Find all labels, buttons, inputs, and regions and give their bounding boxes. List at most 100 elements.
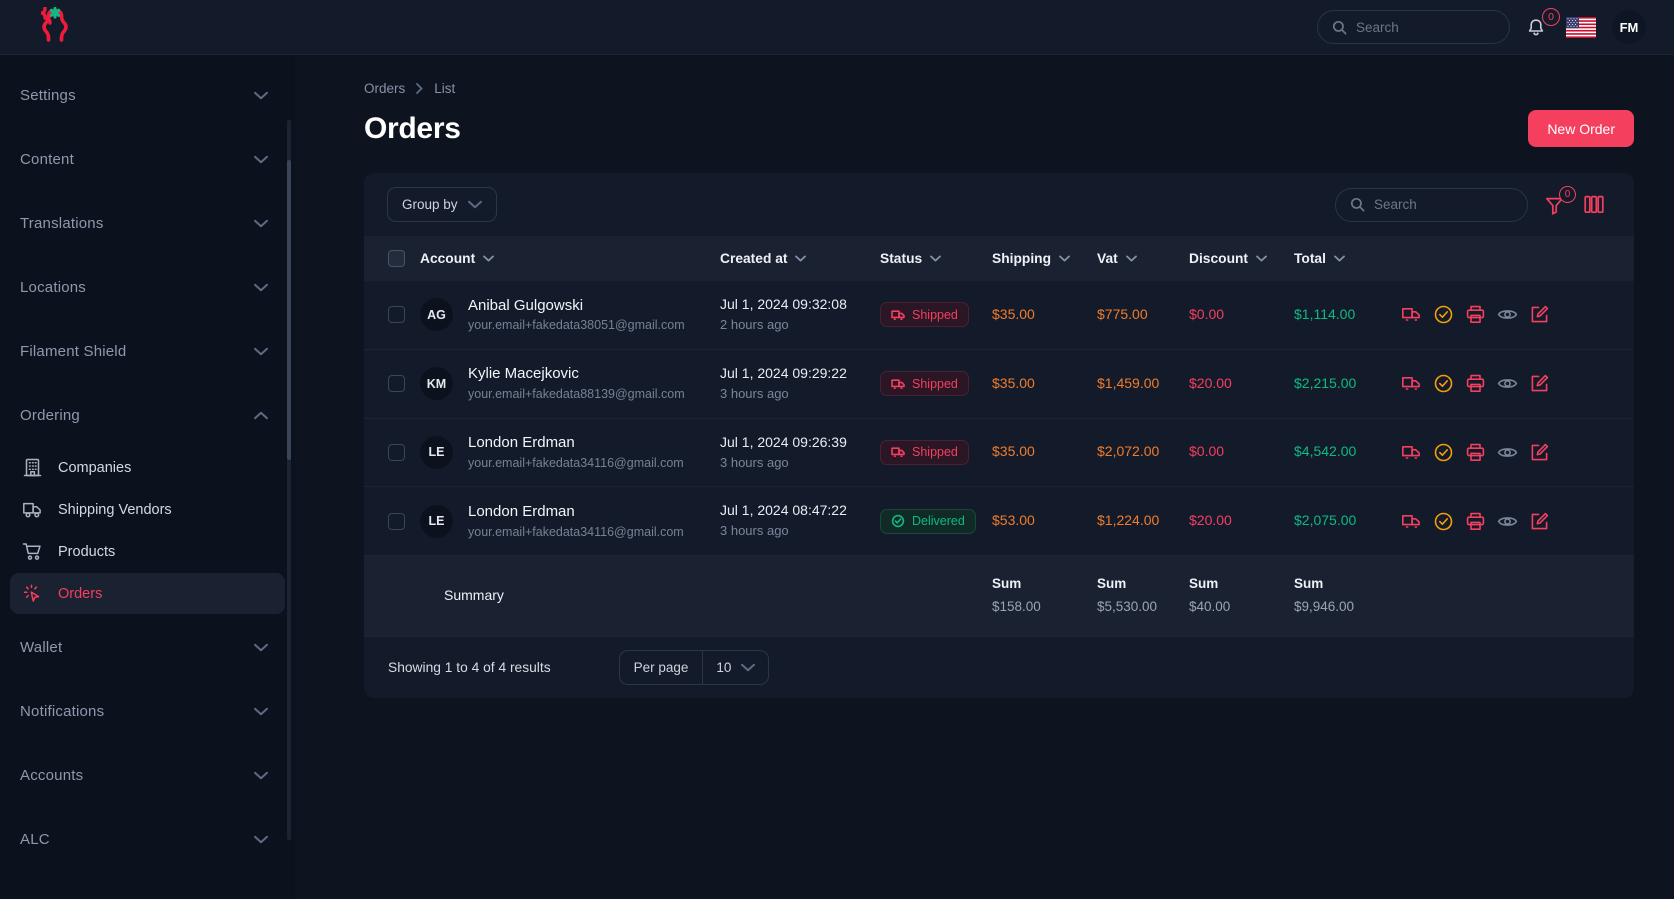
page-content: Orders List Orders New Order Group by Se…	[295, 55, 1674, 899]
column-label: Vat	[1097, 251, 1118, 266]
truck-icon[interactable]	[1401, 511, 1422, 532]
sidebar-group-filament-shield[interactable]: Filament Shield	[0, 319, 295, 383]
sidebar-scrollbar-thumb[interactable]	[287, 160, 291, 460]
filter-button[interactable]: 0	[1545, 185, 1576, 216]
sidebar-group-label: ALC	[20, 830, 50, 848]
printer-icon[interactable]	[1465, 373, 1486, 394]
created-at-relative: 3 hours ago	[720, 385, 789, 401]
row-actions-cell	[1401, 418, 1634, 487]
notification-count-badge: 0	[1542, 8, 1560, 26]
summary-discount-value: $40.00	[1189, 599, 1231, 615]
row-checkbox[interactable]	[388, 443, 405, 461]
summary-shipping-value: $158.00	[992, 599, 1041, 615]
global-search-input[interactable]: Search	[1317, 10, 1510, 44]
truck-icon[interactable]	[1401, 304, 1422, 325]
sidebar-group-accounts[interactable]: Accounts	[0, 743, 295, 807]
sort-chevron-icon[interactable]	[483, 255, 495, 262]
eye-icon[interactable]	[1497, 442, 1518, 463]
column-label: Status	[880, 251, 923, 266]
table-row[interactable]: AG Anibal Gulgowski your.email+fakedata3…	[364, 281, 1634, 350]
printer-icon[interactable]	[1465, 442, 1486, 463]
sort-chevron-icon[interactable]	[1125, 255, 1137, 262]
column-header-account: Account	[420, 236, 720, 281]
sidebar-item-shipping-vendors[interactable]: Shipping Vendors	[10, 489, 285, 530]
sidebar-group-locations[interactable]: Locations	[0, 255, 295, 319]
eye-icon[interactable]	[1497, 511, 1518, 532]
us-flag-icon[interactable]	[1566, 16, 1596, 38]
sidebar-item-label: Products	[58, 543, 116, 560]
sort-chevron-icon[interactable]	[795, 255, 807, 262]
row-checkbox[interactable]	[388, 306, 405, 324]
edit-square-icon[interactable]	[1529, 511, 1550, 532]
chevron-down-icon	[254, 643, 268, 651]
main-area: Search 0 FM Orders List Orders New Order…	[295, 0, 1674, 899]
row-checkbox[interactable]	[388, 375, 405, 393]
check-circle-icon[interactable]	[1433, 304, 1454, 325]
sidebar-group-translations[interactable]: Translations	[0, 191, 295, 255]
row-checkbox[interactable]	[388, 512, 405, 530]
table-header-row: Account Created at Status Shipping Vat D…	[364, 236, 1634, 281]
edit-square-icon[interactable]	[1529, 373, 1550, 394]
sidebar-item-companies[interactable]: Companies	[10, 447, 285, 488]
avatar-initials: LE	[428, 445, 445, 460]
edit-square-icon[interactable]	[1529, 304, 1550, 325]
edit-square-icon[interactable]	[1529, 442, 1550, 463]
printer-icon[interactable]	[1465, 304, 1486, 325]
total-cell: $2,215.00	[1294, 374, 1357, 391]
user-avatar[interactable]: FM	[1612, 10, 1646, 44]
app-logo[interactable]	[0, 0, 295, 55]
group-by-dropdown[interactable]: Group by	[387, 187, 497, 222]
sidebar-item-label: Orders	[58, 585, 103, 602]
chevron-down-icon	[254, 283, 268, 291]
search-icon	[1350, 197, 1365, 212]
table-row[interactable]: LE London Erdman your.email+fakedata3411…	[364, 487, 1634, 556]
chevron-down-icon	[741, 663, 756, 672]
per-page-select[interactable]: 10	[702, 651, 768, 685]
sidebar-group-wallet[interactable]: Wallet	[0, 615, 295, 679]
discount-cell: $20.00	[1189, 512, 1232, 529]
column-label: Created at	[720, 251, 788, 266]
printer-icon[interactable]	[1465, 511, 1486, 532]
breadcrumb-item-orders[interactable]: Orders	[364, 81, 405, 96]
sort-chevron-icon[interactable]	[1256, 255, 1267, 262]
summary-discount-head: Sum	[1189, 576, 1219, 592]
sidebar-group-settings[interactable]: Settings	[0, 63, 295, 127]
check-circle-icon[interactable]	[1433, 373, 1454, 394]
sidebar-group-notifications[interactable]: Notifications	[0, 679, 295, 743]
sidebar-group-content[interactable]: Content	[0, 127, 295, 191]
avatar: KM	[420, 367, 453, 401]
sidebar-group-label: Accounts	[20, 766, 84, 784]
truck-icon[interactable]	[1401, 442, 1422, 463]
notifications-button[interactable]: 0	[1526, 8, 1560, 39]
eye-icon[interactable]	[1497, 373, 1518, 394]
sidebar-item-orders[interactable]: Orders	[10, 573, 285, 614]
status-label: Shipped	[912, 376, 958, 391]
sidebar-item-products[interactable]: Products	[10, 531, 285, 572]
column-header-total: Total	[1294, 236, 1401, 281]
table-row[interactable]: KM Kylie Macejkovic your.email+fakedata8…	[364, 349, 1634, 419]
sort-chevron-icon[interactable]	[930, 255, 942, 262]
sidebar-group-ordering[interactable]: Ordering	[0, 383, 295, 447]
table-search-input[interactable]: Search	[1335, 187, 1528, 222]
table-row[interactable]: LE London Erdman your.email+fakedata3411…	[364, 418, 1634, 487]
status-cell: Shipped	[880, 418, 992, 487]
account-email: your.email+fakedata38051@gmail.com	[468, 318, 685, 333]
breadcrumb-item-list[interactable]: List	[434, 81, 455, 96]
orders-table: Account Created at Status Shipping Vat D…	[364, 236, 1634, 637]
truck-icon[interactable]	[1401, 373, 1422, 394]
eye-icon[interactable]	[1497, 304, 1518, 325]
new-order-button[interactable]: New Order	[1528, 110, 1634, 147]
page-title-row: Orders New Order	[364, 110, 1634, 147]
check-circle-icon[interactable]	[1433, 511, 1454, 532]
columns-icon[interactable]	[1584, 195, 1604, 214]
summary-empty-created	[720, 556, 880, 636]
select-all-checkbox[interactable]	[388, 250, 405, 267]
sort-chevron-icon[interactable]	[1059, 255, 1070, 262]
discount-cell: $20.00	[1189, 374, 1232, 391]
sidebar-group-alc[interactable]: ALC	[0, 807, 295, 871]
status-label: Delivered	[912, 514, 965, 529]
check-circle-icon[interactable]	[1433, 442, 1454, 463]
avatar: AG	[420, 298, 453, 332]
sort-chevron-icon[interactable]	[1334, 255, 1345, 262]
summary-spacer	[364, 556, 420, 636]
